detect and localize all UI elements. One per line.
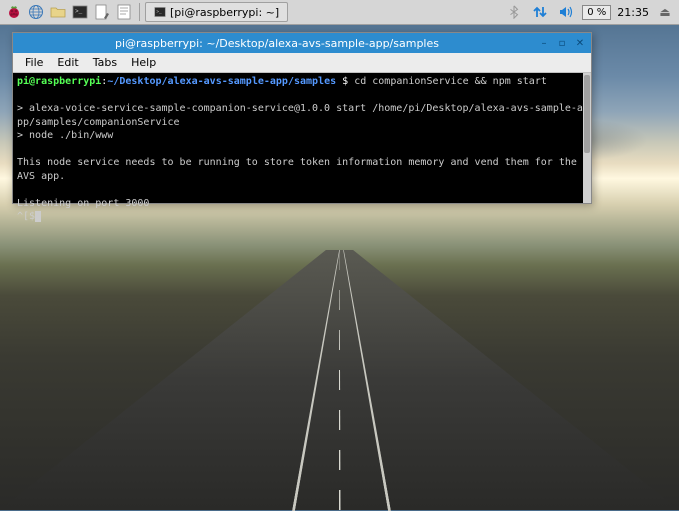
- folder-icon: [50, 4, 66, 20]
- minimize-button[interactable]: –: [537, 36, 551, 50]
- window-controls: – ▫ ✕: [537, 36, 587, 50]
- maximize-button[interactable]: ▫: [555, 36, 569, 50]
- editor-launcher-2[interactable]: [114, 2, 134, 22]
- terminal-icon: >_: [154, 6, 166, 18]
- terminal-icon: >_: [72, 4, 88, 20]
- globe-icon: [28, 4, 44, 20]
- network-updown-icon: [532, 5, 548, 19]
- raspberry-icon: [6, 4, 22, 20]
- file-manager-launcher[interactable]: [48, 2, 68, 22]
- cpu-usage-badge[interactable]: 0 %: [582, 5, 611, 20]
- terminal-window: pi@raspberrypi: ~/Desktop/alexa-avs-samp…: [12, 32, 592, 204]
- window-title: pi@raspberrypi: ~/Desktop/alexa-avs-samp…: [17, 37, 537, 50]
- menu-file[interactable]: File: [19, 54, 49, 71]
- taskbar-separator: [139, 3, 140, 21]
- taskbar-launchers: >_ >_ [pi@raspberrypi: ~]: [4, 2, 288, 22]
- terminal-output-line: > alexa-voice-service-sample-companion-s…: [17, 103, 583, 128]
- editor-launcher-1[interactable]: [92, 2, 112, 22]
- window-titlebar[interactable]: pi@raspberrypi: ~/Desktop/alexa-avs-samp…: [13, 33, 591, 53]
- prompt-user-host: pi@raspberrypi: [17, 76, 101, 87]
- menu-tabs[interactable]: Tabs: [87, 54, 123, 71]
- system-tray: 0 % 21:35 ⏏: [504, 2, 675, 22]
- terminal-output-line: ^[$: [17, 211, 35, 222]
- web-browser-launcher[interactable]: [26, 2, 46, 22]
- close-button[interactable]: ✕: [573, 36, 587, 50]
- taskbar: >_ >_ [pi@raspberrypi: ~]: [0, 0, 679, 25]
- editor-icon: [94, 4, 110, 20]
- terminal-output-line: This node service needs to be running to…: [17, 157, 583, 182]
- menu-button[interactable]: [4, 2, 24, 22]
- menubar: File Edit Tabs Help: [13, 53, 591, 73]
- note-icon: [116, 4, 132, 20]
- svg-text:>_: >_: [75, 8, 83, 15]
- scrollbar-thumb[interactable]: [584, 75, 590, 153]
- menu-edit[interactable]: Edit: [51, 54, 84, 71]
- volume-tray[interactable]: [556, 2, 576, 22]
- bluetooth-tray[interactable]: [504, 2, 524, 22]
- eject-icon: ⏏: [659, 5, 670, 19]
- taskbar-window-button[interactable]: >_ [pi@raspberrypi: ~]: [145, 2, 288, 22]
- bluetooth-icon: [507, 5, 521, 19]
- terminal-command: cd companionService && npm start: [354, 76, 547, 87]
- terminal-output-line: > node ./bin/www: [17, 130, 113, 141]
- clock[interactable]: 21:35: [617, 6, 649, 19]
- volume-icon: [558, 5, 574, 19]
- terminal-launcher[interactable]: >_: [70, 2, 90, 22]
- prompt-path: ~/Desktop/alexa-avs-sample-app/samples: [107, 76, 336, 87]
- terminal-output-line: Listening on port 3000: [17, 198, 149, 209]
- terminal-content[interactable]: pi@raspberrypi:~/Desktop/alexa-avs-sampl…: [13, 73, 591, 203]
- svg-text:>_: >_: [156, 9, 162, 15]
- prompt-symbol: $: [342, 76, 348, 87]
- menu-help[interactable]: Help: [125, 54, 162, 71]
- terminal-scrollbar[interactable]: [583, 73, 591, 203]
- terminal-cursor: [35, 211, 41, 222]
- network-tray[interactable]: [530, 2, 550, 22]
- eject-tray[interactable]: ⏏: [655, 2, 675, 22]
- taskbar-window-label: [pi@raspberrypi: ~]: [170, 6, 279, 19]
